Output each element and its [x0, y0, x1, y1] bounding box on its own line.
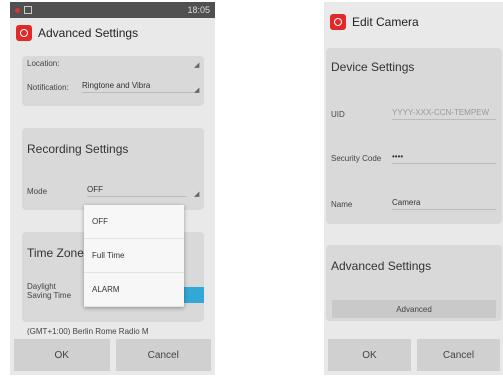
name-field[interactable]: Camera [392, 198, 496, 210]
notification-label: Notification: [27, 83, 69, 92]
chevron-down-icon: ◢ [194, 191, 200, 198]
daylight-toggle[interactable] [182, 287, 204, 303]
security-code-label: Security Code [331, 154, 382, 163]
notification-card: Location: ◢ Notification: Ringtone and V… [22, 56, 204, 106]
camera-app-icon [16, 25, 32, 41]
titlebar: Advanced Settings [10, 18, 215, 48]
button-bar: OK Cancel [324, 335, 503, 375]
device-settings-title: Device Settings [331, 60, 415, 74]
name-label: Name [331, 200, 353, 209]
chevron-down-icon: ◢ [194, 62, 200, 69]
mode-option-alarm[interactable]: ALARM [84, 273, 184, 307]
ok-button[interactable]: OK [14, 339, 110, 371]
uid-field[interactable]: YYYY-XXX-CCN-TEMPEW [392, 108, 496, 120]
mode-dropdown-menu: OFF Full Time ALARM [84, 205, 184, 307]
mode-label: Mode [27, 187, 48, 196]
device-settings-card: Device Settings UID YYYY-XXX-CCN-TEMPEW … [326, 48, 502, 224]
advanced-settings-card: Advanced Settings Advanced [326, 245, 502, 321]
status-bar: 18:05 [10, 2, 215, 18]
notification-dot-icon [15, 7, 20, 13]
button-bar: OK Cancel [10, 335, 215, 375]
notification-select[interactable]: Ringtone and Vibra [82, 81, 194, 93]
advanced-button[interactable]: Advanced [332, 300, 496, 318]
status-icons-left [15, 6, 32, 14]
page-title: Advanced Settings [38, 26, 139, 40]
mode-select[interactable]: OFF [87, 185, 187, 197]
recording-settings-title: Recording Settings [27, 142, 129, 156]
cancel-button[interactable]: Cancel [417, 339, 500, 371]
uid-label: UID [331, 110, 345, 119]
chevron-down-icon: ◢ [194, 87, 200, 94]
cancel-button[interactable]: Cancel [115, 339, 211, 371]
mode-option-off[interactable]: OFF [84, 205, 184, 239]
status-time: 18:05 [187, 5, 210, 15]
camera-app-icon [330, 14, 346, 30]
left-phone-screen: 18:05 Advanced Settings Location: ◢ Noti… [10, 2, 215, 375]
recording-settings-card: Recording Settings Mode OFF ◢ [22, 128, 204, 210]
daylight-label: Daylight Saving Time [27, 282, 72, 300]
ok-button[interactable]: OK [328, 339, 411, 371]
mode-option-full-time[interactable]: Full Time [84, 239, 184, 273]
titlebar: Edit Camera [324, 7, 503, 37]
right-phone-screen: Edit Camera Device Settings UID YYYY-XXX… [324, 2, 503, 375]
location-label: Location: [27, 59, 60, 68]
gallery-icon [24, 6, 32, 14]
page-title: Edit Camera [352, 15, 419, 29]
advanced-settings-title: Advanced Settings [331, 259, 432, 273]
security-code-field[interactable]: •••• [392, 152, 496, 164]
timezone-title: Time Zone [27, 246, 84, 260]
